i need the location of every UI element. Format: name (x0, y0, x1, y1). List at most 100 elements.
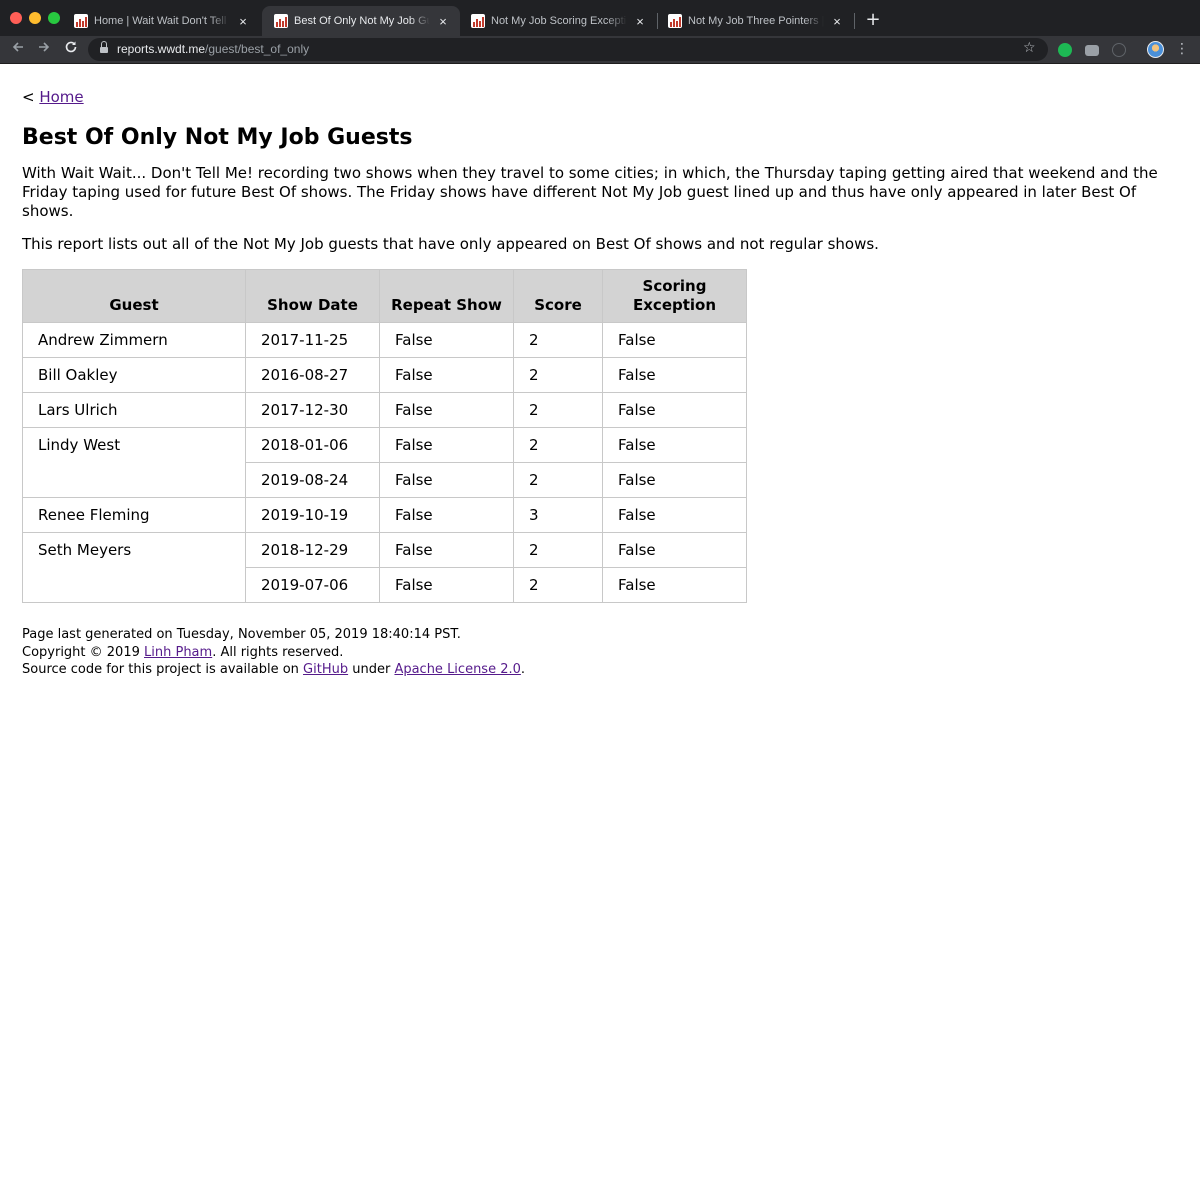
description-paragraph: This report lists out all of the Not My … (22, 235, 879, 253)
table-row: Bill Oakley 2016-08-27 False 2 False (22, 357, 748, 393)
repeat-show-cell: False (379, 322, 514, 358)
license-link[interactable]: Apache License 2.0 (394, 662, 520, 677)
scoring-exception-cell: False (601, 427, 748, 463)
repeat-show-cell: False (379, 392, 514, 428)
column-header-show-date: Show Date (245, 269, 380, 323)
browser-tab-scoring-exceptions[interactable]: Not My Job Scoring Exceptions × (459, 6, 657, 36)
guest-name-cell: Bill Oakley (22, 357, 246, 393)
scoring-exception-cell: False (601, 392, 748, 428)
repeat-show-cell: False (379, 567, 514, 603)
window-zoom-button[interactable] (48, 12, 60, 24)
source-code-line: Source code for this project is availabl… (22, 661, 1182, 679)
show-date-cell: 2019-08-24 (245, 462, 380, 498)
source-prefix: Source code for this project is availabl… (22, 662, 304, 677)
guests-table: Guest Show Date Repeat Show Score Scorin… (22, 269, 748, 603)
table-row: Renee Fleming 2019-10-19 False 3 False (22, 497, 748, 533)
show-date-cell: 2016-08-27 (245, 357, 380, 393)
score-cell: 2 (513, 427, 603, 463)
browser-tab-best-of-only[interactable]: Best Of Only Not My Job Guests × (262, 6, 460, 36)
breadcrumb: < Home (22, 86, 1182, 108)
wwdt-favicon-icon (74, 14, 88, 28)
column-header-guest: Guest (22, 269, 246, 323)
intro-paragraph: With Wait Wait... Don't Tell Me! recordi… (22, 164, 1158, 220)
score-cell: 2 (513, 462, 603, 498)
repeat-show-cell: False (379, 427, 514, 463)
scoring-exception-cell: False (601, 357, 748, 393)
repeat-show-cell: False (379, 532, 514, 568)
reload-icon[interactable] (61, 40, 81, 60)
table-row: Lars Ulrich 2017-12-30 False 2 False (22, 392, 748, 428)
source-suffix: . (520, 662, 526, 677)
source-middle: under (348, 662, 395, 677)
copyright-line: Copyright © 2019 Linh Pham. All rights r… (22, 644, 1182, 662)
wwdt-favicon-icon (274, 14, 288, 28)
tab-close-icon[interactable]: × (830, 14, 844, 29)
table-header-row: Guest Show Date Repeat Show Score Scorin… (22, 269, 748, 323)
show-date-cell: 2019-07-06 (245, 567, 380, 603)
show-date-cell: 2017-11-25 (245, 322, 380, 358)
home-link[interactable]: Home (39, 88, 83, 106)
tab-close-icon[interactable]: × (236, 14, 250, 29)
author-link[interactable]: Linh Pham (144, 645, 212, 660)
scoring-exception-cell: False (601, 322, 748, 358)
guest-name-cell: Seth Meyers (22, 532, 246, 603)
scoring-exception-cell: False (601, 497, 748, 533)
new-tab-button[interactable]: + (864, 8, 882, 32)
window-close-button[interactable] (10, 12, 22, 24)
forward-arrow-icon[interactable] (34, 40, 54, 60)
show-date-cell: 2017-12-30 (245, 392, 380, 428)
page-content: < Home Best Of Only Not My Job Guests Wi… (22, 86, 1182, 679)
profile-avatar[interactable] (1147, 41, 1164, 58)
tab-title: Not My Job Scoring Exceptions (491, 15, 627, 27)
score-cell: 3 (513, 497, 603, 533)
repeat-show-cell: False (379, 462, 514, 498)
browser-tab-three-pointers[interactable]: Not My Job Three Pointers | Wait Wait × (656, 6, 854, 36)
repeat-show-cell: False (379, 497, 514, 533)
tab-title: Not My Job Three Pointers | Wait Wait (688, 15, 824, 27)
guest-name-cell: Lars Ulrich (22, 392, 246, 428)
tab-separator (854, 13, 855, 29)
table-row: Andrew Zimmern 2017-11-25 False 2 False (22, 322, 748, 358)
camera-icon[interactable] (1085, 45, 1099, 56)
wwdt-favicon-icon (668, 14, 682, 28)
browser-tab-home[interactable]: Home | Wait Wait Don't Tell Me × (62, 6, 260, 36)
table-row: Lindy West 2018-01-06 False 2 False (22, 427, 748, 498)
score-cell: 2 (513, 532, 603, 568)
star-icon[interactable]: ☆ (1023, 40, 1036, 56)
url-text: reports.wwdt.me/guest/best_of_only (117, 42, 309, 56)
guest-name-cell: Andrew Zimmern (22, 322, 246, 358)
wwdt-favicon-icon (471, 14, 485, 28)
github-link[interactable]: GitHub (303, 662, 348, 677)
copyright-prefix: Copyright © 2019 (22, 644, 145, 660)
lock-icon (100, 41, 108, 54)
address-bar[interactable]: reports.wwdt.me/guest/best_of_only ☆ (88, 38, 1048, 61)
tab-close-icon[interactable]: × (633, 14, 647, 29)
extension-icon[interactable] (1058, 43, 1072, 57)
show-date-cell: 2018-12-29 (245, 532, 380, 568)
score-cell: 2 (513, 567, 603, 603)
copyright-suffix: . All rights reserved. (212, 644, 344, 660)
guest-name-cell: Renee Fleming (22, 497, 246, 533)
score-cell: 2 (513, 392, 603, 428)
url-path: /guest/best_of_only (205, 42, 310, 56)
guest-name-cell: Lindy West (22, 427, 246, 498)
repeat-show-cell: False (379, 357, 514, 393)
score-cell: 2 (513, 357, 603, 393)
url-host: reports.wwdt.me (117, 42, 206, 56)
back-arrow-icon[interactable] (8, 40, 28, 60)
score-cell: 2 (513, 322, 603, 358)
window-minimize-button[interactable] (29, 12, 41, 24)
browser-toolbar: reports.wwdt.me/guest/best_of_only ☆ ⋮ (0, 36, 1200, 64)
scoring-exception-cell: False (601, 462, 748, 498)
table-row: Seth Meyers 2018-12-29 False 2 False (22, 532, 748, 603)
tab-title: Best Of Only Not My Job Guests (294, 15, 430, 27)
scoring-exception-cell: False (601, 532, 748, 568)
column-header-repeat-show: Repeat Show (379, 269, 514, 323)
menu-dots-icon[interactable]: ⋮ (1175, 39, 1189, 59)
breadcrumb-prefix: < (22, 88, 40, 106)
info-icon[interactable] (1112, 43, 1126, 57)
browser-tab-strip: Home | Wait Wait Don't Tell Me × Best Of… (0, 0, 1200, 36)
show-date-cell: 2019-10-19 (245, 497, 380, 533)
show-date-cell: 2018-01-06 (245, 427, 380, 463)
tab-close-icon[interactable]: × (436, 14, 450, 29)
